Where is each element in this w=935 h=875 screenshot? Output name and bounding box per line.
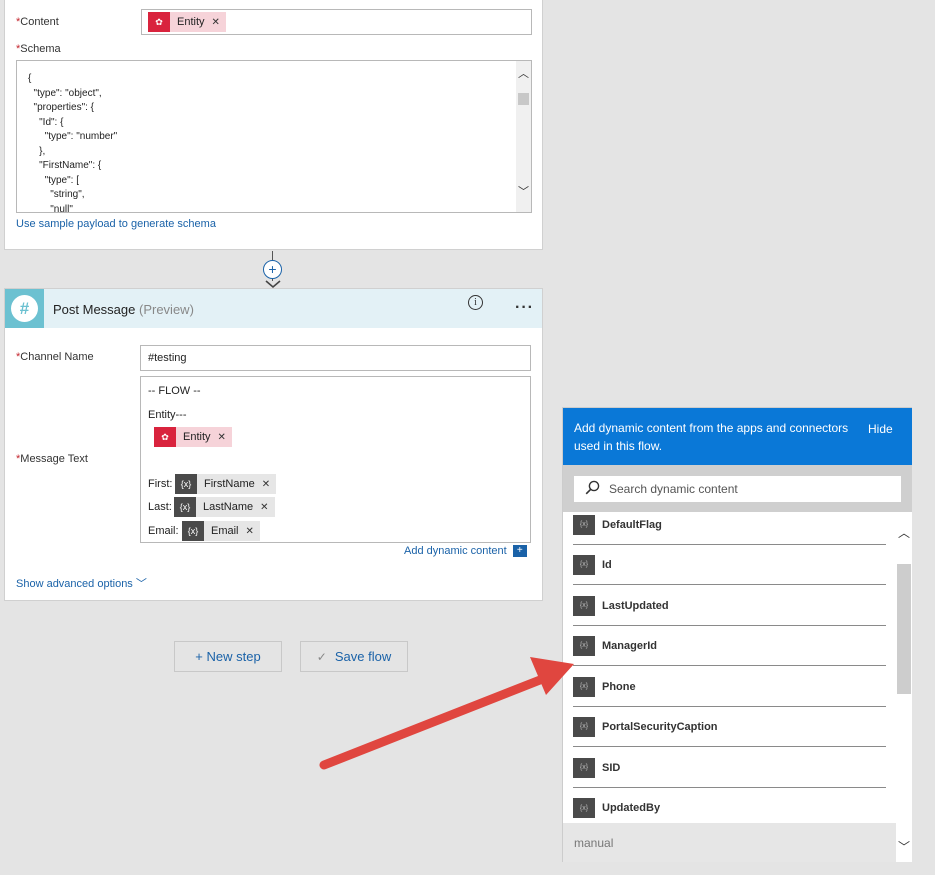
arrowhead-icon bbox=[530, 657, 574, 695]
annotation-arrow bbox=[319, 657, 574, 770]
arrow-shaft bbox=[319, 675, 545, 770]
